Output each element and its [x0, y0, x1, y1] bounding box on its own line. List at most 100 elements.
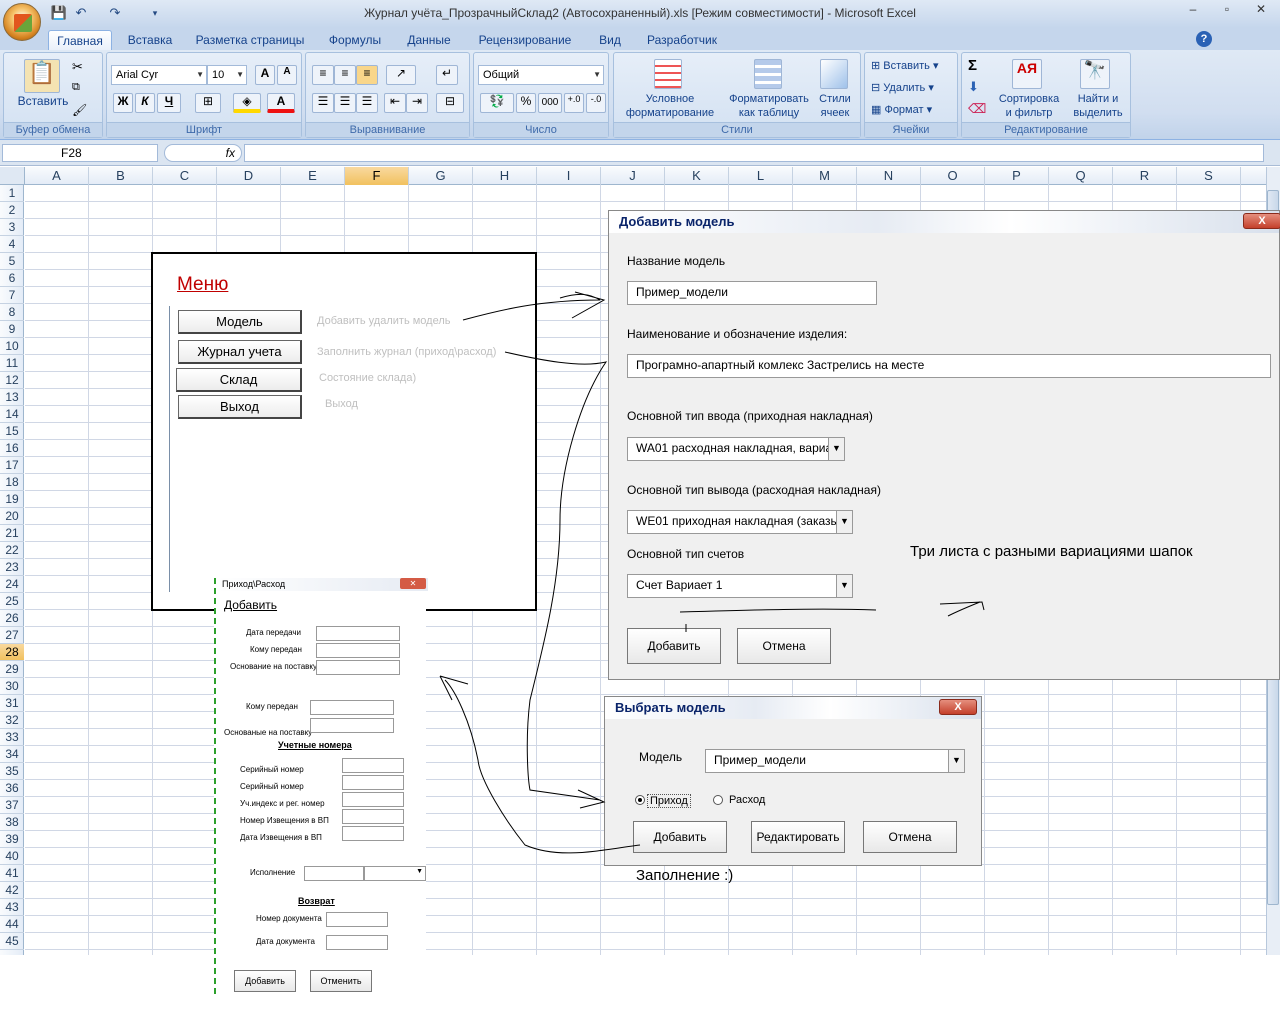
column-header[interactable]: N [857, 167, 921, 185]
tab-developer[interactable]: Разработчик [640, 30, 724, 50]
column-header[interactable]: D [217, 167, 281, 185]
align-bottom-icon[interactable]: ≡ [356, 65, 378, 85]
row-header[interactable]: 1 [0, 185, 24, 202]
add-model-cancel-button[interactable]: Отмена [737, 628, 831, 664]
column-header[interactable]: S [1177, 167, 1241, 185]
cell-styles-label2[interactable]: ячеек [814, 107, 856, 120]
warehouse-button[interactable]: Склад [176, 368, 302, 392]
format-as-table-label2[interactable]: как таблицу [724, 107, 814, 120]
conditional-format-label2[interactable]: форматирование [616, 107, 724, 120]
model-combo[interactable]: Пример_модели ▼ [705, 749, 965, 773]
decrease-indent-icon[interactable]: ⇤ [384, 93, 406, 113]
select-cancel-button[interactable]: Отмена [863, 821, 957, 853]
row-header[interactable]: 18 [0, 474, 24, 491]
row-header[interactable]: 28 [0, 644, 24, 661]
product-input[interactable]: Програмно-апартный комлекс Застрелись на… [627, 354, 1271, 378]
radio-prihod[interactable] [635, 795, 645, 805]
radio-rashod-label[interactable]: Расход [729, 794, 765, 806]
row-header[interactable]: 10 [0, 338, 24, 355]
cut-icon[interactable]: ✂ [72, 59, 83, 75]
fill-icon[interactable]: ⬇ [968, 79, 979, 95]
minimize-icon[interactable]: – [1180, 2, 1206, 20]
clear-icon[interactable]: ⌫ [968, 101, 986, 117]
row-header[interactable]: 15 [0, 423, 24, 440]
row-header[interactable]: 38 [0, 814, 24, 831]
font-color-icon[interactable]: A [267, 93, 295, 113]
conditional-format-label[interactable]: Условное [616, 93, 724, 106]
row-header[interactable]: 39 [0, 831, 24, 848]
execution-combo[interactable]: ▼ [364, 866, 426, 881]
column-header[interactable]: M [793, 167, 857, 185]
bold-button[interactable]: Ж [113, 93, 133, 113]
increase-indent-icon[interactable]: ⇥ [406, 93, 428, 113]
add-model-add-button[interactable]: Добавить [627, 628, 721, 664]
tab-home[interactable]: Главная [48, 30, 112, 50]
paste-icon[interactable]: 📋 [24, 59, 60, 93]
row-header[interactable]: 21 [0, 525, 24, 542]
row-header[interactable]: 35 [0, 763, 24, 780]
close-icon[interactable]: ✕ [400, 578, 426, 589]
row-header[interactable]: 37 [0, 797, 24, 814]
recipient-input[interactable] [316, 643, 400, 658]
tab-page-layout[interactable]: Разметка страницы [190, 30, 310, 50]
row-header[interactable]: 17 [0, 457, 24, 474]
radio-rashod[interactable] [713, 795, 723, 805]
thousands-button[interactable]: 000 [538, 93, 562, 113]
column-header[interactable]: J [601, 167, 665, 185]
font-name-combo[interactable]: Arial Cyr ▼ [111, 65, 207, 85]
formula-input[interactable] [244, 144, 1264, 162]
borders-icon[interactable]: ⊞ [195, 93, 221, 113]
row-header[interactable]: 40 [0, 848, 24, 865]
align-right-icon[interactable]: ☰ [356, 93, 378, 113]
row-header[interactable]: 12 [0, 372, 24, 389]
row-header[interactable]: 31 [0, 695, 24, 712]
row-header[interactable]: 34 [0, 746, 24, 763]
prihod-add-link[interactable]: Добавить [224, 598, 277, 612]
row-header[interactable]: 20 [0, 508, 24, 525]
decrease-decimal-icon[interactable]: -.0 [586, 93, 606, 113]
column-header[interactable]: O [921, 167, 985, 185]
column-header[interactable]: C [153, 167, 217, 185]
row-header[interactable]: 14 [0, 406, 24, 423]
reg-index-input[interactable] [342, 792, 404, 807]
tab-formulas[interactable]: Формулы [322, 30, 388, 50]
italic-button[interactable]: К [135, 93, 155, 113]
row-header[interactable]: 26 [0, 610, 24, 627]
row-header[interactable]: 22 [0, 542, 24, 559]
format-painter-icon[interactable]: 🖌 [72, 103, 87, 117]
row-header[interactable]: 43 [0, 899, 24, 916]
row-header[interactable]: 7 [0, 287, 24, 304]
input-type-combo[interactable]: WA01 расходная накладная, вариант ▼ [627, 437, 845, 461]
row-header[interactable]: 13 [0, 389, 24, 406]
increase-decimal-icon[interactable]: +.0 [564, 93, 584, 113]
row-header[interactable]: 23 [0, 559, 24, 576]
row-header[interactable]: 30 [0, 678, 24, 695]
row-header[interactable]: 44 [0, 916, 24, 933]
row-header[interactable]: 8 [0, 304, 24, 321]
currency-icon[interactable]: 💱 [480, 93, 514, 113]
column-header[interactable]: Q [1049, 167, 1113, 185]
transfer-date-input[interactable] [316, 626, 400, 641]
name-box[interactable]: F28 [2, 144, 158, 162]
tab-data[interactable]: Данные [398, 30, 460, 50]
align-top-icon[interactable]: ≡ [312, 65, 334, 85]
grow-font-icon[interactable]: A [255, 65, 275, 85]
serial2-input[interactable] [342, 775, 404, 790]
row-header[interactable]: 36 [0, 780, 24, 797]
sort-filter-icon[interactable]: AЯ [1012, 59, 1042, 89]
find-select-icon[interactable]: 🔭 [1080, 59, 1110, 89]
row-header[interactable]: 41 [0, 865, 24, 882]
execution-input[interactable] [304, 866, 364, 881]
column-header[interactable]: F [345, 167, 409, 185]
sort-filter-label2[interactable]: и фильтр [992, 107, 1066, 120]
percent-button[interactable]: % [516, 93, 536, 113]
row-header[interactable]: 9 [0, 321, 24, 338]
cell-styles-label[interactable]: Стили [814, 93, 856, 106]
cell-styles-icon[interactable] [820, 59, 848, 89]
office-button[interactable] [3, 3, 41, 41]
doc-number-input[interactable] [326, 912, 388, 927]
exit-button[interactable]: Выход [178, 395, 302, 419]
notice-date-input[interactable] [342, 826, 404, 841]
output-type-combo[interactable]: WE01 приходная накладная (заказы на ▼ [627, 510, 853, 534]
column-header[interactable]: B [89, 167, 153, 185]
